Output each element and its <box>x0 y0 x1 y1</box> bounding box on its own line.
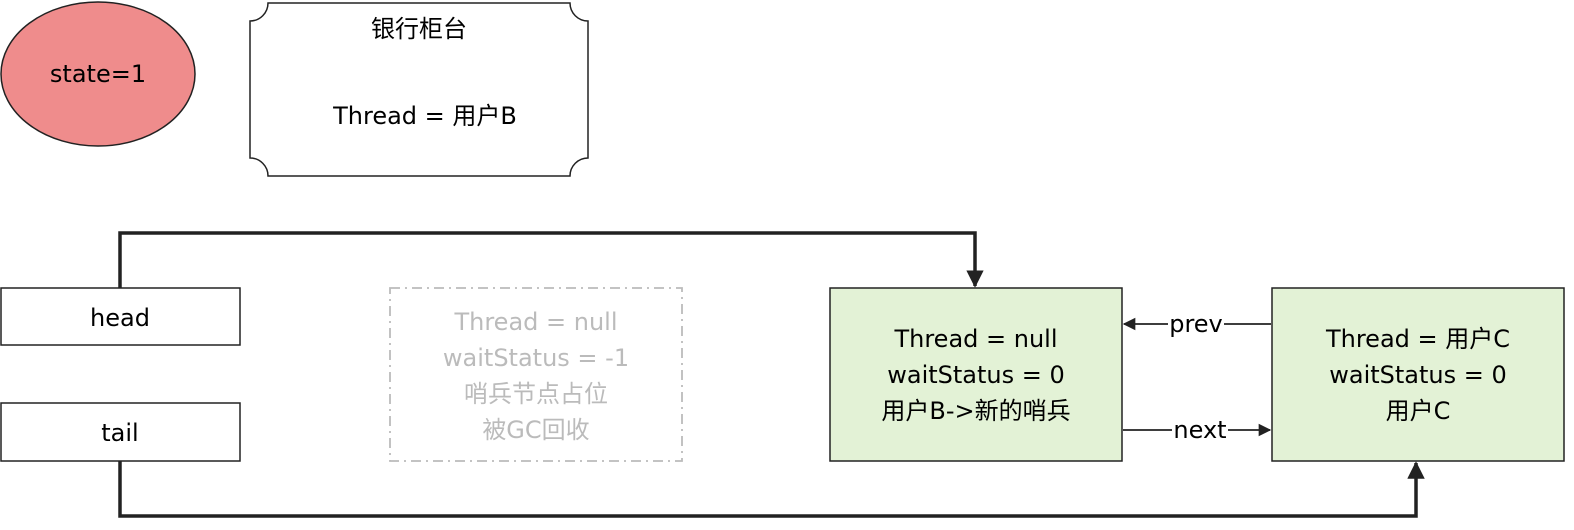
sentinel-placeholder-note: 哨兵节点占位 <box>464 380 608 408</box>
node-user-c-label: 用户C <box>1386 397 1451 425</box>
prev-edge-label: prev <box>1169 310 1223 338</box>
bank-counter-title: 银行柜台 <box>371 15 467 43</box>
prev-edge: prev <box>1122 310 1271 338</box>
sentinel-gc-note: 被GC回收 <box>482 416 589 444</box>
head-pointer-edge <box>118 231 984 288</box>
next-edge-label: next <box>1173 416 1226 444</box>
head-node: head <box>0 287 241 346</box>
aqs-queue-diagram: state=1 银行柜台 Thread = 用户B head tail Thre… <box>0 1 1565 518</box>
sentinel-wait-status: waitStatus = -1 <box>443 344 629 372</box>
bank-counter-thread: Thread = 用户B <box>332 102 517 130</box>
tail-label: tail <box>101 419 138 447</box>
sentinel-thread: Thread = null <box>453 308 617 336</box>
node-user-c: Thread = 用户C waitStatus = 0 用户C <box>1271 287 1565 462</box>
bank-counter-node: 银行柜台 Thread = 用户B <box>249 2 589 177</box>
tail-pointer-edge <box>118 461 1425 518</box>
sentinel-node: Thread = null waitStatus = -1 哨兵节点占位 被GC… <box>389 287 683 462</box>
node-user-b-wait-status: waitStatus = 0 <box>887 361 1065 389</box>
state-label: state=1 <box>50 60 146 88</box>
node-user-b-thread: Thread = null <box>893 325 1057 353</box>
node-user-b-note: 用户B->新的哨兵 <box>881 397 1070 425</box>
node-user-c-wait-status: waitStatus = 0 <box>1329 361 1507 389</box>
node-user-b: Thread = null waitStatus = 0 用户B->新的哨兵 <box>829 287 1123 462</box>
tail-node: tail <box>0 402 241 462</box>
head-label: head <box>90 304 150 332</box>
node-user-c-thread: Thread = 用户C <box>1325 325 1510 353</box>
state-node: state=1 <box>0 1 196 147</box>
next-edge: next <box>1123 416 1272 444</box>
